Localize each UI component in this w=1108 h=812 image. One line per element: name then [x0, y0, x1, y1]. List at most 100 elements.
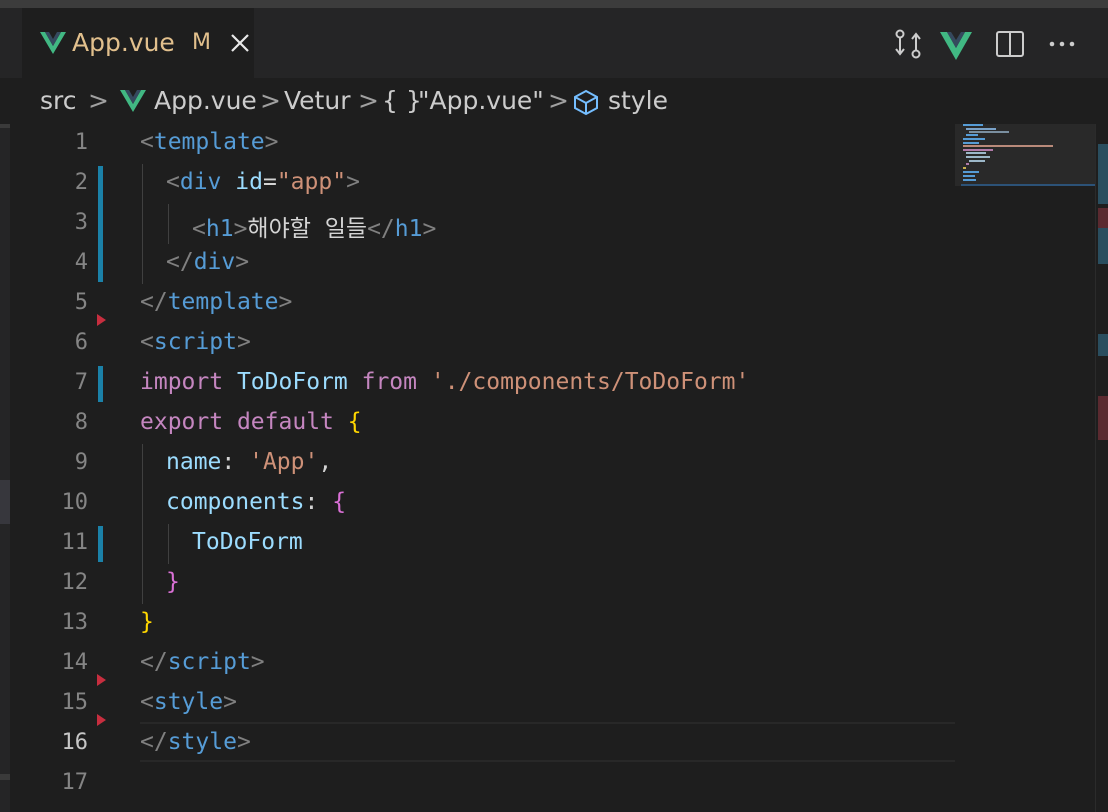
- minimap-line: [963, 179, 976, 181]
- scrollbar-deleted-marker: [1098, 396, 1108, 440]
- line-number: 7: [74, 370, 88, 395]
- minimap-line: [966, 152, 986, 154]
- breadcrumb-separator: >: [88, 86, 109, 115]
- line-code: }: [166, 569, 180, 595]
- line-number: 1: [74, 130, 88, 155]
- minimap-line: [966, 156, 990, 158]
- scrollbar-modified-marker: [1098, 334, 1108, 356]
- line-number: 11: [61, 530, 89, 555]
- title-strip: [0, 0, 1108, 8]
- tab-label: App.vue: [72, 28, 175, 57]
- line-number: 15: [61, 690, 89, 715]
- line-number: 8: [74, 410, 88, 435]
- scrollbar-modified-marker: [1098, 144, 1108, 204]
- modified-badge: M: [192, 30, 211, 55]
- minimap-line: [966, 134, 978, 136]
- line-code: export default {: [140, 409, 362, 435]
- code-line-active: 16 </style>: [0, 724, 955, 764]
- minimap-line: [963, 138, 985, 140]
- minimap-line: [966, 163, 969, 165]
- breadcrumb-separator: >: [548, 86, 569, 115]
- line-code: ToDoForm: [192, 529, 303, 555]
- code-line: 9 name: 'App',: [0, 444, 955, 484]
- code-line: 7 import ToDoForm from './components/ToD…: [0, 364, 955, 404]
- code-line: 15 <style>: [0, 684, 955, 724]
- line-code: </script>: [140, 649, 265, 675]
- close-icon[interactable]: [230, 33, 250, 53]
- line-code: </template>: [140, 289, 293, 315]
- code-line: 14 </script>: [0, 644, 955, 684]
- minimap-line: [963, 175, 975, 177]
- line-number: 14: [61, 650, 89, 675]
- tab-bar: App.vue M: [10, 8, 1108, 78]
- cube-icon: [574, 89, 598, 116]
- line-number: 6: [74, 330, 88, 355]
- minimap-cursor-line: [961, 184, 1095, 186]
- code-line: 8 export default {: [0, 404, 955, 444]
- code-line: 6 <script>: [0, 324, 955, 364]
- minimap[interactable]: [955, 124, 1095, 812]
- breadcrumb-separator: >: [260, 86, 281, 115]
- line-number: 4: [74, 250, 88, 275]
- line-code: <style>: [140, 689, 237, 715]
- minimap-line: [963, 167, 966, 169]
- code-line: 17: [0, 764, 955, 804]
- line-number: 12: [61, 570, 89, 595]
- line-code: </div>: [166, 249, 250, 275]
- vertical-scrollbar[interactable]: [1095, 124, 1108, 812]
- code-line: 10 components: {: [0, 484, 955, 524]
- breadcrumb-item-document[interactable]: "App.vue": [418, 86, 544, 115]
- line-code: <template>: [140, 129, 279, 155]
- vue-icon: [120, 90, 146, 112]
- minimap-line: [969, 131, 1009, 133]
- line-code: import ToDoForm from './components/ToDoF…: [140, 369, 750, 395]
- line-code: <script>: [140, 329, 251, 355]
- breadcrumb-item-src[interactable]: src: [40, 86, 77, 115]
- braces-icon: { }: [382, 86, 422, 115]
- vue-icon: [40, 32, 66, 54]
- code-line: 13 }: [0, 604, 955, 644]
- line-number: 3: [74, 210, 88, 235]
- minimap-line: [963, 171, 979, 173]
- scrollbar-deleted-marker: [1098, 208, 1108, 228]
- line-number: 5: [74, 290, 88, 315]
- line-number: 2: [74, 170, 88, 195]
- line-number: 16: [61, 730, 89, 755]
- code-line: 5 </template>: [0, 284, 955, 324]
- code-line: 4 </div>: [0, 244, 955, 284]
- code-line: 11 ToDoForm: [0, 524, 955, 564]
- split-editor-icon[interactable]: [994, 28, 1026, 60]
- code-line: 3 <h1>해야할 일들</h1>: [0, 204, 955, 244]
- code-line: 2 <div id="app">: [0, 164, 955, 204]
- vue-icon[interactable]: [940, 30, 972, 62]
- editor-actions: [888, 8, 1108, 78]
- minimap-line: [969, 160, 985, 162]
- line-number: 10: [61, 490, 89, 515]
- more-actions-icon[interactable]: [1046, 28, 1078, 60]
- scrollbar-modified-marker: [1098, 228, 1108, 264]
- line-code: </style>: [140, 729, 251, 755]
- line-code: name: 'App',: [166, 449, 333, 475]
- line-number: 9: [74, 450, 88, 475]
- line-code: components: {: [166, 489, 347, 515]
- minimap-line: [963, 124, 983, 126]
- minimap-line: [963, 149, 993, 151]
- line-number: 13: [61, 610, 89, 635]
- code-line: 12 }: [0, 564, 955, 604]
- breadcrumb-item-vetur[interactable]: Vetur: [284, 86, 350, 115]
- line-code: }: [140, 609, 154, 635]
- minimap-line: [963, 142, 979, 144]
- line-code: <h1>해야할 일들</h1>: [192, 216, 437, 242]
- breadcrumb-item-file[interactable]: App.vue: [154, 86, 257, 115]
- line-code: <div id="app">: [166, 169, 360, 195]
- minimap-line: [966, 128, 996, 130]
- code-editor[interactable]: 1 <template> 2 <div id="app"> 3 <h1>해야할 …: [0, 124, 1108, 812]
- code-line: 1 <template>: [0, 124, 955, 164]
- line-number: 17: [61, 770, 89, 795]
- open-changes-icon[interactable]: [892, 28, 924, 60]
- minimap-line: [963, 145, 1053, 147]
- breadcrumb: src > App.vue > Vetur > { } "App.vue" > …: [0, 78, 1108, 124]
- tab-app-vue[interactable]: App.vue M: [22, 8, 254, 78]
- breadcrumb-item-style[interactable]: style: [608, 86, 668, 115]
- breadcrumb-separator: >: [358, 86, 379, 115]
